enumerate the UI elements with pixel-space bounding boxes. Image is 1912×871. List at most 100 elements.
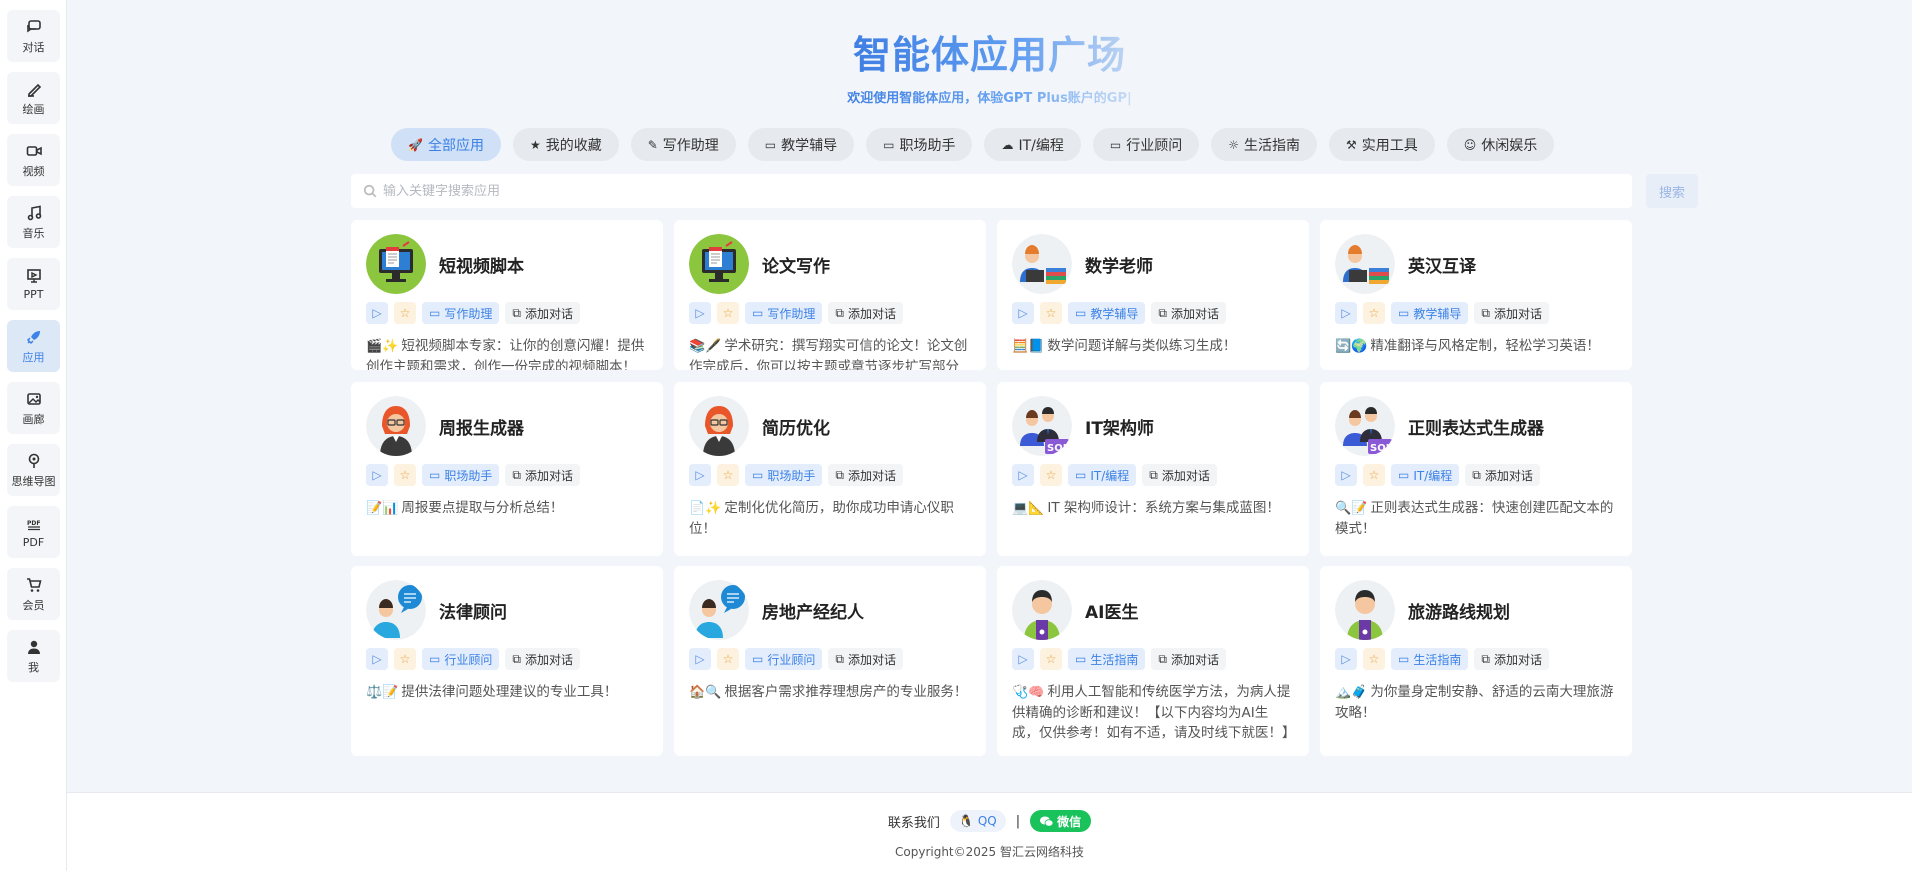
play-button[interactable]: ▷: [1335, 464, 1357, 486]
sidebar-item-5[interactable]: 应用: [7, 320, 60, 372]
add-chat-button[interactable]: ⧉ 添加对话: [1151, 648, 1226, 670]
sidebar-item-7[interactable]: 思维导图: [7, 444, 60, 496]
sidebar-item-0[interactable]: 对话: [7, 10, 60, 62]
favorite-button[interactable]: ☆: [394, 648, 416, 670]
add-chat-button[interactable]: ⧉ 添加对话: [1474, 302, 1549, 324]
chat-icon: ⧉: [512, 651, 521, 666]
tab-7[interactable]: ☼ 生活指南: [1211, 128, 1317, 161]
category-tag[interactable]: ▭ 生活指南: [1068, 648, 1146, 670]
play-button[interactable]: ▷: [1012, 302, 1034, 324]
play-icon: ▷: [372, 468, 382, 482]
app-card[interactable]: SQL 正则表达式生成器 ▷ ☆ ▭ IT/编程 ⧉ 添加对话 🔍📝 正则表达式生成器：快速创建匹…: [1320, 382, 1632, 556]
wechat-button[interactable]: 微信: [1030, 810, 1092, 832]
smile-icon: ☺: [1463, 137, 1477, 152]
app-card[interactable]: 旅游路线规划 ▷ ☆ ▭ 生活指南 ⧉ 添加对话 🏔️🧳 为你量身定制安静、舒适的云南大理旅游攻…: [1320, 566, 1632, 756]
sidebar-item-label: 画廊: [22, 412, 45, 426]
add-chat-button[interactable]: ⧉ 添加对话: [505, 302, 580, 324]
play-button[interactable]: ▷: [1012, 464, 1034, 486]
play-button[interactable]: ▷: [366, 464, 388, 486]
tab-6[interactable]: ▭ 行业顾问: [1092, 128, 1200, 161]
app-card[interactable]: 英汉互译 ▷ ☆ ▭ 教学辅导 ⧉ 添加对话 🔄🌍 精准翻译与风格定制，轻松学习英语！: [1320, 220, 1632, 370]
add-chat-button[interactable]: ⧉ 添加对话: [1465, 464, 1540, 486]
tab-5[interactable]: ☁ IT/编程: [984, 128, 1081, 161]
tab-8[interactable]: ⚒ 实用工具: [1328, 128, 1435, 161]
tag-icon: ▭: [752, 652, 764, 666]
chat-icon: [25, 18, 43, 36]
add-chat-label: 添加对话: [1493, 652, 1542, 667]
play-button[interactable]: ▷: [689, 302, 711, 324]
qq-button[interactable]: 🐧 QQ: [949, 810, 1006, 832]
favorite-button[interactable]: ☆: [1040, 648, 1062, 670]
sidebar-item-3[interactable]: 音乐: [7, 196, 60, 248]
search-button[interactable]: 搜索: [1646, 174, 1698, 208]
category-tag[interactable]: ▭ IT/编程: [1391, 464, 1460, 486]
add-chat-button[interactable]: ⧉ 添加对话: [828, 464, 903, 486]
app-card[interactable]: AI医生 ▷ ☆ ▭ 生活指南 ⧉ 添加对话 🩺🧠 利用人工智能和传统医学方法，为病人提供精确的…: [997, 566, 1309, 756]
sidebar-item-8[interactable]: PDF PDF: [7, 506, 60, 558]
play-button[interactable]: ▷: [366, 648, 388, 670]
star-icon: ☆: [399, 468, 411, 482]
play-button[interactable]: ▷: [689, 648, 711, 670]
app-card[interactable]: 周报生成器 ▷ ☆ ▭ 职场助手 ⧉ 添加对话 📝📊 周报要点提取与分析总结！: [351, 382, 663, 556]
favorite-button[interactable]: ☆: [1040, 302, 1062, 324]
category-tag[interactable]: ▭ 生活指南: [1391, 648, 1469, 670]
app-card[interactable]: 法律顾问 ▷ ☆ ▭ 行业顾问 ⧉ 添加对话 ⚖️📝 提供法律问题处理建议的专业工具！: [351, 566, 663, 756]
play-button[interactable]: ▷: [366, 302, 388, 324]
app-card[interactable]: SQL IT架构师 ▷ ☆ ▭ IT/编程 ⧉ 添加对话 💻📐 IT 架构师设计：系统方案与集成蓝…: [997, 382, 1309, 556]
tab-1[interactable]: ★ 我的收藏: [512, 128, 619, 161]
app-card[interactable]: 论文写作 ▷ ☆ ▭ 写作助理 ⧉ 添加对话 📚🖋️ 学术研究：撰写翔实可信的论文！论文创作完成…: [674, 220, 986, 370]
tab-3[interactable]: ▭ 教学辅导: [747, 128, 855, 161]
tab-0[interactable]: 🚀 全部应用: [391, 128, 501, 161]
play-button[interactable]: ▷: [1335, 648, 1357, 670]
search-input[interactable]: [383, 183, 1632, 199]
category-tag[interactable]: ▭ 行业顾问: [422, 648, 500, 670]
sidebar-item-9[interactable]: 会员: [7, 568, 60, 620]
star-icon: ☆: [722, 652, 734, 666]
favorite-button[interactable]: ☆: [1363, 464, 1385, 486]
tab-2[interactable]: ✎ 写作助理: [630, 128, 736, 161]
sidebar-item-4[interactable]: PPT: [7, 258, 60, 310]
add-chat-button[interactable]: ⧉ 添加对话: [505, 464, 580, 486]
tab-label: IT/编程: [1018, 137, 1064, 154]
favorite-button[interactable]: ☆: [394, 464, 416, 486]
category-tag[interactable]: ▭ 教学辅导: [1068, 302, 1146, 324]
favorite-button[interactable]: ☆: [1040, 464, 1062, 486]
play-icon: ▷: [695, 468, 705, 482]
app-card[interactable]: 数学老师 ▷ ☆ ▭ 教学辅导 ⧉ 添加对话 🧮📘 数学问题详解与类似练习生成！: [997, 220, 1309, 370]
category-tag[interactable]: ▭ IT/编程: [1068, 464, 1137, 486]
tab-9[interactable]: ☺ 休闲娱乐: [1446, 128, 1555, 161]
app-title: 论文写作: [762, 256, 830, 277]
category-tag[interactable]: ▭ 行业顾问: [745, 648, 823, 670]
sidebar-item-10[interactable]: 我: [7, 630, 60, 682]
play-button[interactable]: ▷: [689, 464, 711, 486]
add-chat-button[interactable]: ⧉ 添加对话: [1151, 302, 1226, 324]
favorite-button[interactable]: ☆: [717, 648, 739, 670]
play-button[interactable]: ▷: [1335, 302, 1357, 324]
app-description: 🔍📝 正则表达式生成器：快速创建匹配文本的模式！: [1335, 498, 1617, 539]
favorite-button[interactable]: ☆: [1363, 648, 1385, 670]
copyright: Copyright©2025 智汇云网络科技: [895, 845, 1084, 859]
add-chat-button[interactable]: ⧉ 添加对话: [828, 302, 903, 324]
favorite-button[interactable]: ☆: [1363, 302, 1385, 324]
category-tag[interactable]: ▭ 写作助理: [422, 302, 500, 324]
add-chat-button[interactable]: ⧉ 添加对话: [1474, 648, 1549, 670]
add-chat-button[interactable]: ⧉ 添加对话: [505, 648, 580, 670]
app-card[interactable]: 简历优化 ▷ ☆ ▭ 职场助手 ⧉ 添加对话 📄✨ 定制化优化简历，助你成功申请心仪职位！: [674, 382, 986, 556]
category-tag[interactable]: ▭ 职场助手: [745, 464, 823, 486]
add-chat-button[interactable]: ⧉ 添加对话: [1142, 464, 1217, 486]
card-actions: ▷ ☆ ▭ 职场助手 ⧉ 添加对话: [689, 464, 971, 486]
add-chat-button[interactable]: ⧉ 添加对话: [828, 648, 903, 670]
favorite-button[interactable]: ☆: [717, 464, 739, 486]
category-tag[interactable]: ▭ 教学辅导: [1391, 302, 1469, 324]
play-button[interactable]: ▷: [1012, 648, 1034, 670]
tab-4[interactable]: ▭ 职场助手: [866, 128, 973, 161]
favorite-button[interactable]: ☆: [394, 302, 416, 324]
sidebar-item-1[interactable]: 绘画: [7, 72, 60, 124]
sidebar-item-2[interactable]: 视频: [7, 134, 60, 186]
favorite-button[interactable]: ☆: [717, 302, 739, 324]
category-tag[interactable]: ▭ 写作助理: [745, 302, 823, 324]
sidebar-item-6[interactable]: 画廊: [7, 382, 60, 434]
app-card[interactable]: 短视频脚本 ▷ ☆ ▭ 写作助理 ⧉ 添加对话 🎬✨ 短视频脚本专家：让你的创意闪耀！提供创作主…: [351, 220, 663, 370]
app-card[interactable]: 房地产经纪人 ▷ ☆ ▭ 行业顾问 ⧉ 添加对话 🏠🔍 根据客户需求推荐理想房产的专业服务！: [674, 566, 986, 756]
category-tag[interactable]: ▭ 职场助手: [422, 464, 500, 486]
